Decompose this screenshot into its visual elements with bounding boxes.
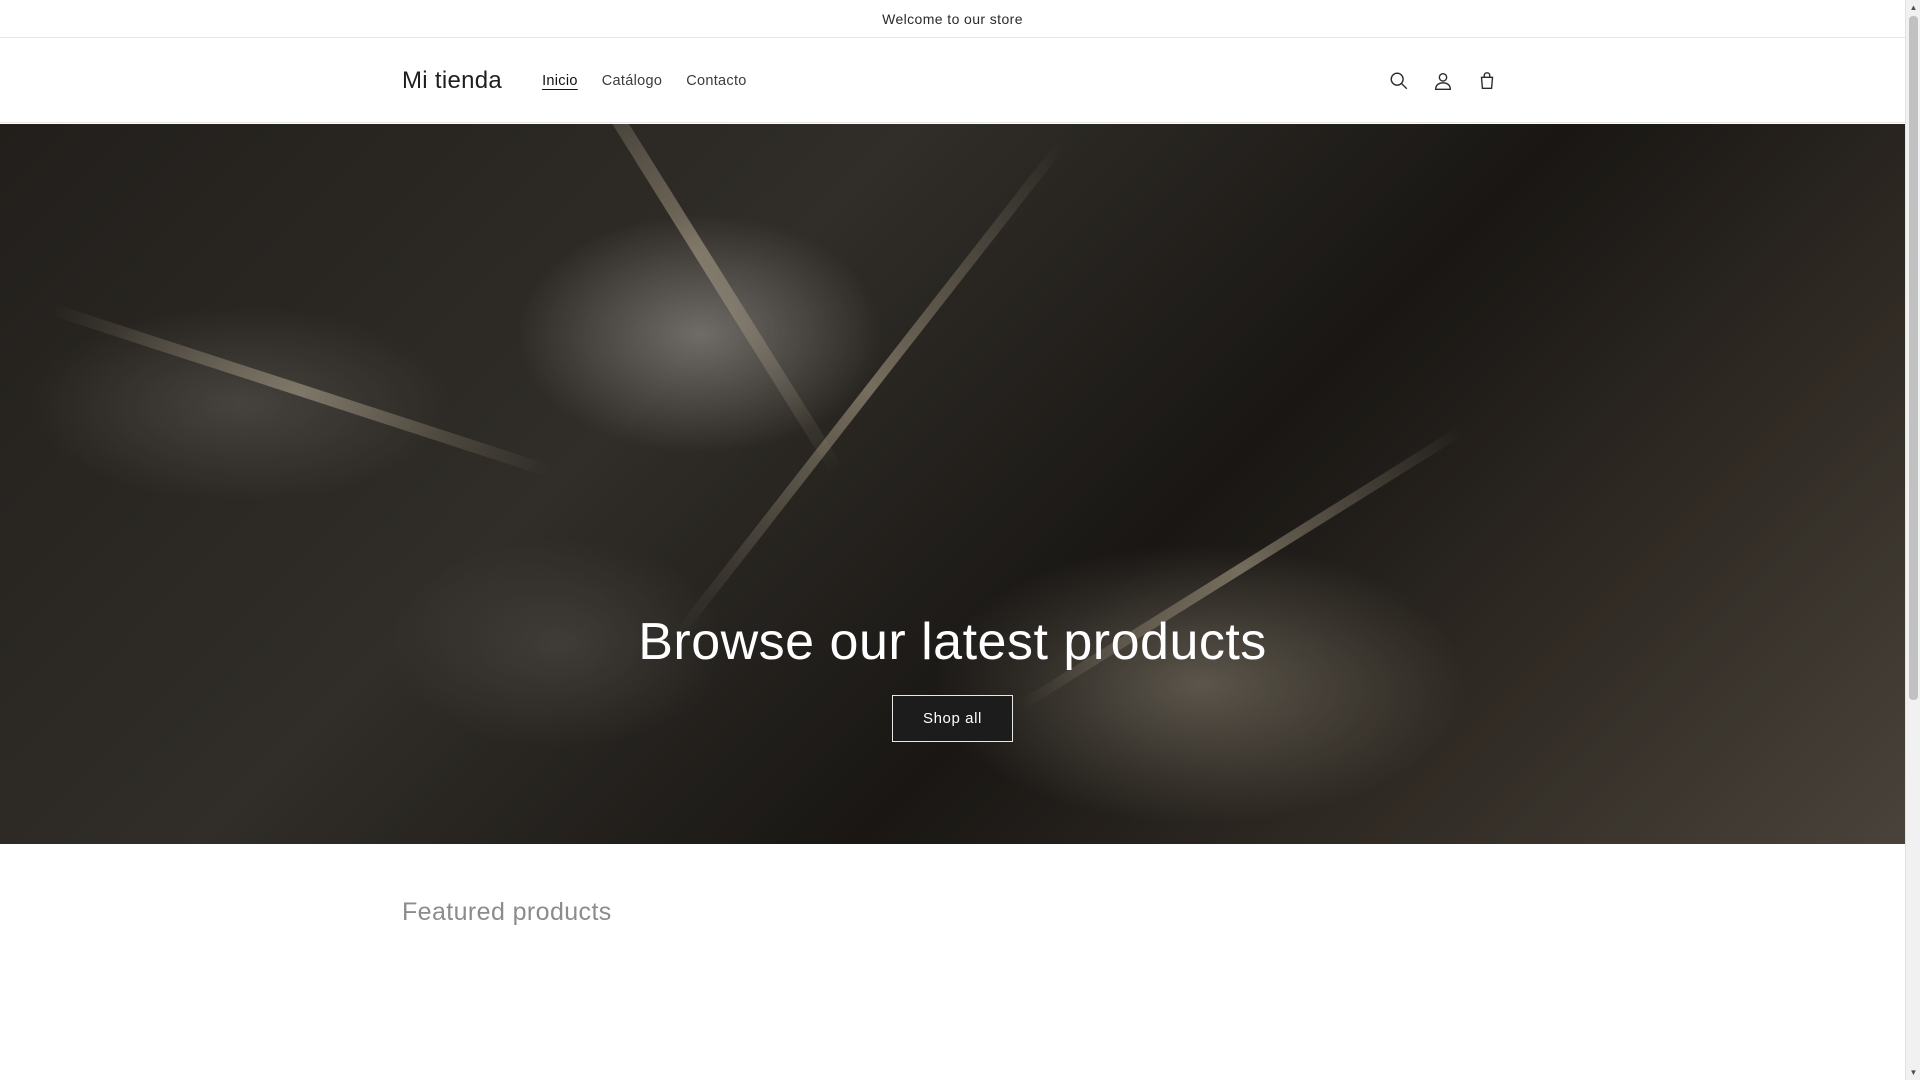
page: Welcome to our store Mi tienda Inicio Ca… bbox=[0, 0, 1905, 1080]
hero-content: Browse our latest products Shop all bbox=[0, 613, 1905, 743]
page-scrollbar[interactable]: ▲ ▼ bbox=[1905, 0, 1920, 1080]
main-nav: Inicio Catálogo Contacto bbox=[530, 73, 759, 89]
announcement-text: Welcome to our store bbox=[882, 10, 1023, 27]
search-icon bbox=[1390, 72, 1408, 89]
featured-products-section: Featured products bbox=[402, 898, 612, 927]
cart-button[interactable] bbox=[1471, 65, 1503, 97]
announcement-bar: Welcome to our store bbox=[0, 0, 1905, 38]
scroll-up-arrow-icon[interactable]: ▲ bbox=[1906, 0, 1920, 15]
site-header: Mi tienda Inicio Catálogo Contacto bbox=[0, 38, 1905, 123]
header-icons bbox=[1383, 65, 1503, 97]
scroll-thumb[interactable] bbox=[1909, 16, 1918, 700]
hero-banner: Browse our latest products Shop all bbox=[0, 124, 1905, 844]
cart-icon bbox=[1480, 71, 1494, 89]
hero-title: Browse our latest products bbox=[638, 613, 1267, 671]
featured-products-title: Featured products bbox=[402, 898, 612, 926]
search-button[interactable] bbox=[1383, 65, 1415, 97]
store-logo[interactable]: Mi tienda bbox=[402, 67, 502, 95]
nav-link-catalogo[interactable]: Catálogo bbox=[590, 73, 674, 89]
account-icon bbox=[1434, 72, 1452, 90]
nav-link-inicio[interactable]: Inicio bbox=[530, 73, 590, 89]
nav-link-contacto[interactable]: Contacto bbox=[674, 73, 758, 89]
account-button[interactable] bbox=[1427, 65, 1459, 97]
scroll-down-arrow-icon[interactable]: ▼ bbox=[1906, 1065, 1920, 1080]
shop-all-button[interactable]: Shop all bbox=[891, 695, 1013, 743]
